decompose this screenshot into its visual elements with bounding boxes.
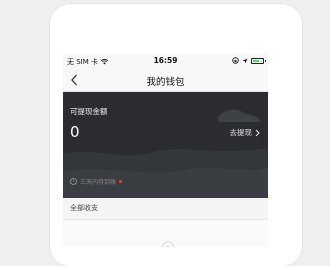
balance-amount: 0	[70, 123, 80, 141]
page-title: 我的钱包	[146, 77, 185, 88]
nav-bar: 我的钱包	[63, 69, 268, 92]
phone-screen: 无 SIM 卡 16:59 我的钱包 可提现金额 0 去提现 i 三天内待到账 …	[63, 54, 268, 247]
wallet-card: 可提现金额 0 去提现 i 三天内待到账	[63, 92, 268, 198]
info-icon: i	[70, 178, 77, 185]
status-bar: 无 SIM 卡 16:59	[63, 54, 268, 69]
battery-icon	[251, 57, 266, 64]
pending-note-text: 三天内待到账	[80, 179, 117, 186]
withdraw-link[interactable]: 去提现	[230, 127, 261, 138]
withdraw-label: 去提现	[229, 128, 253, 137]
transactions-header: 全部收支	[63, 198, 268, 220]
battery-level	[253, 59, 260, 62]
transactions-list	[63, 220, 268, 247]
transactions-label: 全部收支	[70, 204, 98, 212]
pending-note: i 三天内待到账	[70, 177, 123, 186]
lock-rotation-icon	[232, 57, 239, 64]
balance-label: 可提现金额	[70, 107, 108, 116]
empty-records-icon	[161, 241, 175, 247]
chevron-right-icon	[255, 129, 260, 136]
location-arrow-icon	[242, 58, 248, 63]
status-right	[232, 57, 266, 64]
alert-dot	[119, 180, 123, 183]
